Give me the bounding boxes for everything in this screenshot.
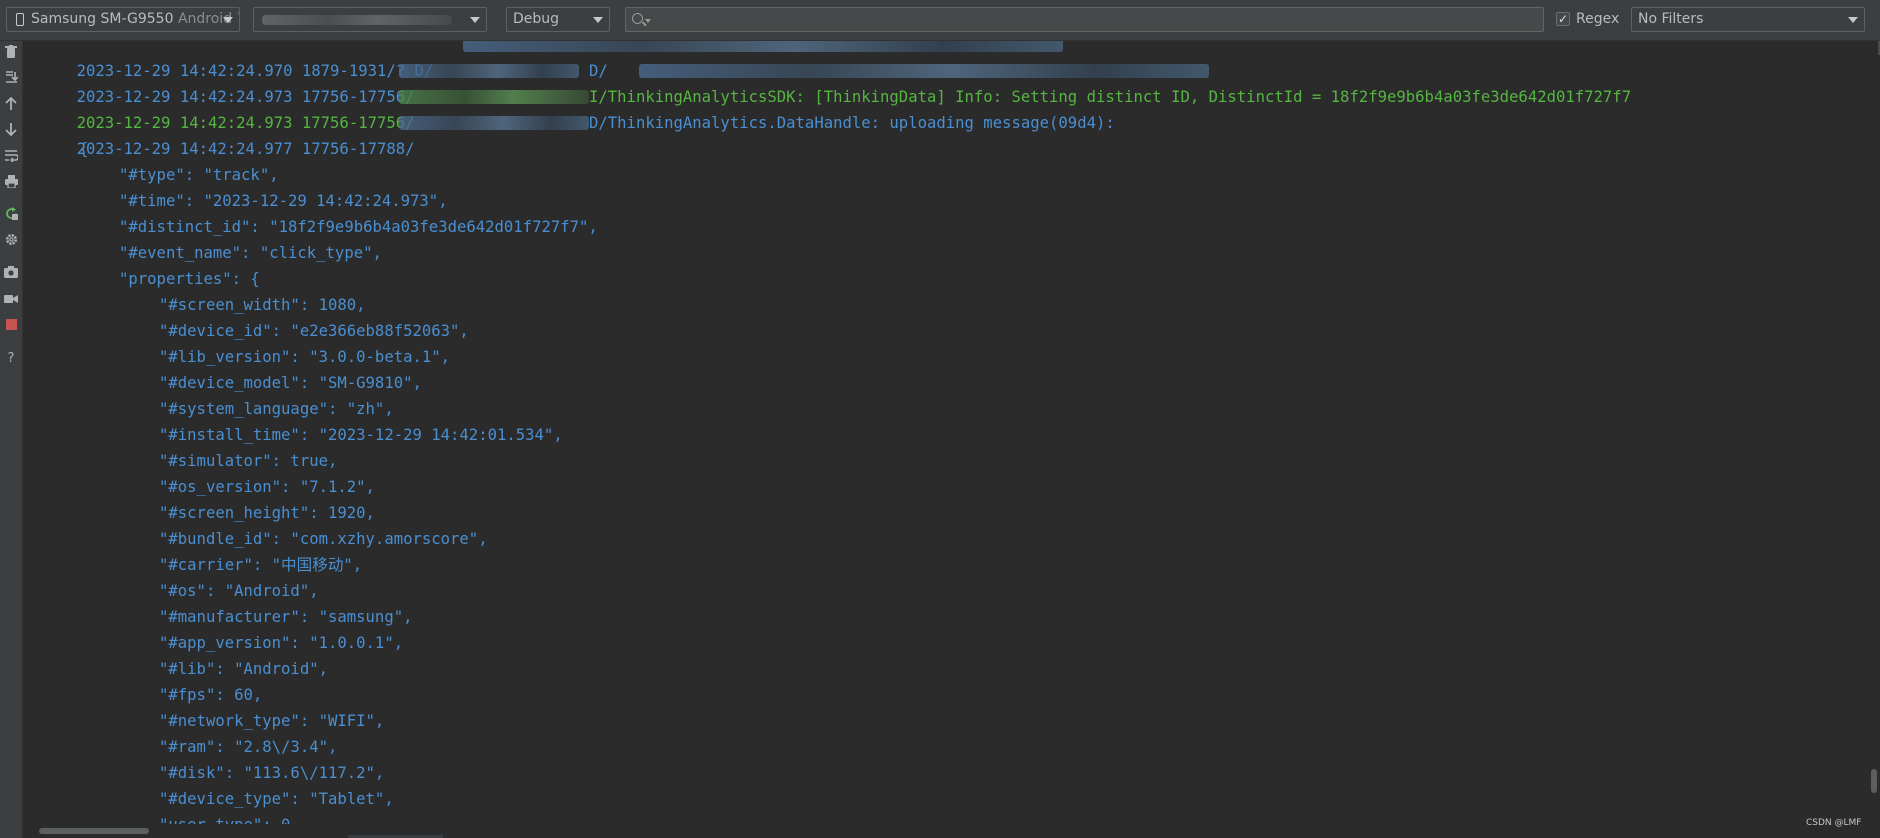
json-line: "#device_id": "e2e366eb88f52063", <box>159 322 469 340</box>
down-arrow-icon[interactable] <box>1 123 21 143</box>
chevron-down-icon <box>1848 17 1858 23</box>
json-line: "#ram": "2.8\/3.4", <box>159 738 338 756</box>
search-history-dropdown-icon[interactable] <box>645 19 651 23</box>
json-line: { <box>79 140 89 158</box>
json-line: "#manufacturer": "samsung", <box>159 608 413 626</box>
json-line: "#fps": 60, <box>159 686 263 704</box>
json-line: "#disk": "113.6\/117.2", <box>159 764 385 782</box>
help-icon[interactable]: ? <box>1 349 21 369</box>
json-line: "#event_name": "click_type", <box>119 244 382 262</box>
json-line: "#carrier": "中国移动", <box>159 556 363 574</box>
device-selector[interactable]: Samsung SM-G9550 Android 7.1 <box>6 7 240 32</box>
up-arrow-icon[interactable] <box>1 96 21 117</box>
scroll-to-end-icon[interactable] <box>1 71 21 91</box>
json-line: "#lib_version": "3.0.0-beta.1", <box>159 348 451 366</box>
redacted-log-text <box>399 116 589 130</box>
screenshot-icon[interactable] <box>1 265 21 285</box>
vertical-scroll-thumb[interactable] <box>1871 769 1877 793</box>
restart-icon[interactable] <box>1 207 21 227</box>
search-icon[interactable] <box>632 13 643 24</box>
json-line: "#os_version": "7.1.2", <box>159 478 375 496</box>
log-level-selector[interactable]: Debug <box>506 7 610 32</box>
log-line-tail: D/ <box>589 62 608 80</box>
regex-checkbox[interactable]: ✓ <box>1556 12 1570 26</box>
json-line: "#device_model": "SM-G9810", <box>159 374 422 392</box>
logcat-output[interactable]: 2023-12-29 14:42:24.970 1879-1931/? D/ 2… <box>23 41 1869 828</box>
horizontal-scroll-thumb[interactable] <box>39 828 149 834</box>
watermark: CSDN @LMF <box>1806 818 1862 828</box>
log-line-tail: D/ThinkingAnalytics.DataHandle: uploadin… <box>589 114 1115 132</box>
search-input[interactable] <box>654 10 1538 31</box>
regex-label: Regex <box>1576 11 1620 27</box>
redacted-log-text <box>639 64 1209 78</box>
settings-icon[interactable] <box>1 233 21 253</box>
filter-value: No Filters <box>1638 11 1704 27</box>
json-line: "#os": "Android", <box>159 582 319 600</box>
json-line: "#device_type": "Tablet", <box>159 790 394 808</box>
print-icon[interactable] <box>1 175 21 195</box>
horizontal-scrollbar[interactable] <box>23 824 1869 838</box>
log-search-box[interactable] <box>625 7 1544 32</box>
logcat-toolbar: Samsung SM-G9550 Android 7.1 Debug ✓ Reg… <box>0 0 1880 41</box>
json-line: "#simulator": true, <box>159 452 338 470</box>
vertical-scrollbar[interactable] <box>1869 41 1880 828</box>
json-line: "properties": { <box>119 270 260 288</box>
log-line-info: 2023-12-29 14:42:24.973 17756-17756/ <box>76 114 415 132</box>
log-level-value: Debug <box>513 11 560 27</box>
json-line: "#app_version": "1.0.0.1", <box>159 634 404 652</box>
json-line: "#screen_height": 1920, <box>159 504 375 522</box>
redacted-log-text <box>463 41 1063 52</box>
filter-selector[interactable]: No Filters <box>1631 7 1865 32</box>
redacted-log-text <box>399 90 589 104</box>
chevron-down-icon <box>593 17 603 23</box>
soft-wrap-icon[interactable] <box>1 149 21 169</box>
redacted-log-text <box>399 64 579 78</box>
log-line: 2023-12-29 14:42:24.970 1879-1931/? D/ <box>76 62 434 80</box>
json-line: "#distinct_id": "18f2f9e9b6b4a03fe3de642… <box>119 218 598 236</box>
screen-record-icon[interactable] <box>1 291 21 311</box>
process-selector[interactable] <box>253 7 487 32</box>
log-line: 2023-12-29 14:42:24.973 17756-17756/ <box>76 88 415 106</box>
redacted-process-name <box>262 15 452 25</box>
chevron-down-icon <box>223 17 233 23</box>
json-line: "#time": "2023-12-29 14:42:24.973", <box>119 192 448 210</box>
phone-icon <box>16 13 24 26</box>
device-name: Samsung SM-G9550 <box>31 11 174 27</box>
log-line-info-tail: I/ThinkingAnalyticsSDK: [ThinkingData] I… <box>589 88 1632 106</box>
chevron-down-icon <box>470 17 480 23</box>
json-line: "#bundle_id": "com.xzhy.amorscore", <box>159 530 488 548</box>
json-line: "#install_time": "2023-12-29 14:42:01.53… <box>159 426 563 444</box>
json-line: "#type": "track", <box>119 166 279 184</box>
json-line: "#network_type": "WIFI", <box>159 712 385 730</box>
log-line: 2023-12-29 14:42:24.977 17756-17788/ <box>76 140 415 158</box>
stop-icon[interactable] <box>1 317 21 337</box>
logcat-side-toolbar: ? <box>0 41 23 838</box>
json-line: "#screen_width": 1080, <box>159 296 366 314</box>
json-line: "#system_language": "zh", <box>159 400 394 418</box>
trash-icon[interactable] <box>1 45 21 65</box>
json-line: "#lib": "Android", <box>159 660 328 678</box>
